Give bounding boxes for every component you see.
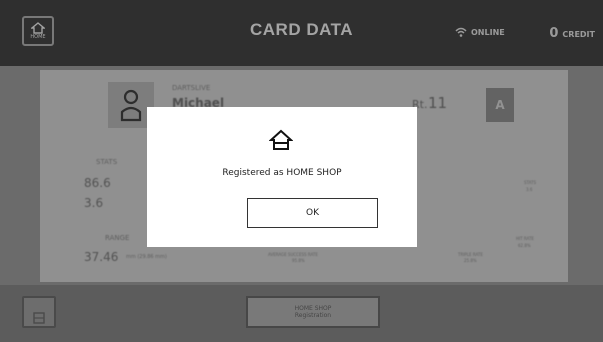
confirmation-dialog: Registered as HOME SHOP OK bbox=[147, 107, 417, 247]
home-outline-icon bbox=[269, 129, 293, 150]
dialog-message: Registered as HOME SHOP bbox=[222, 168, 342, 178]
ok-button[interactable]: OK bbox=[247, 198, 378, 228]
